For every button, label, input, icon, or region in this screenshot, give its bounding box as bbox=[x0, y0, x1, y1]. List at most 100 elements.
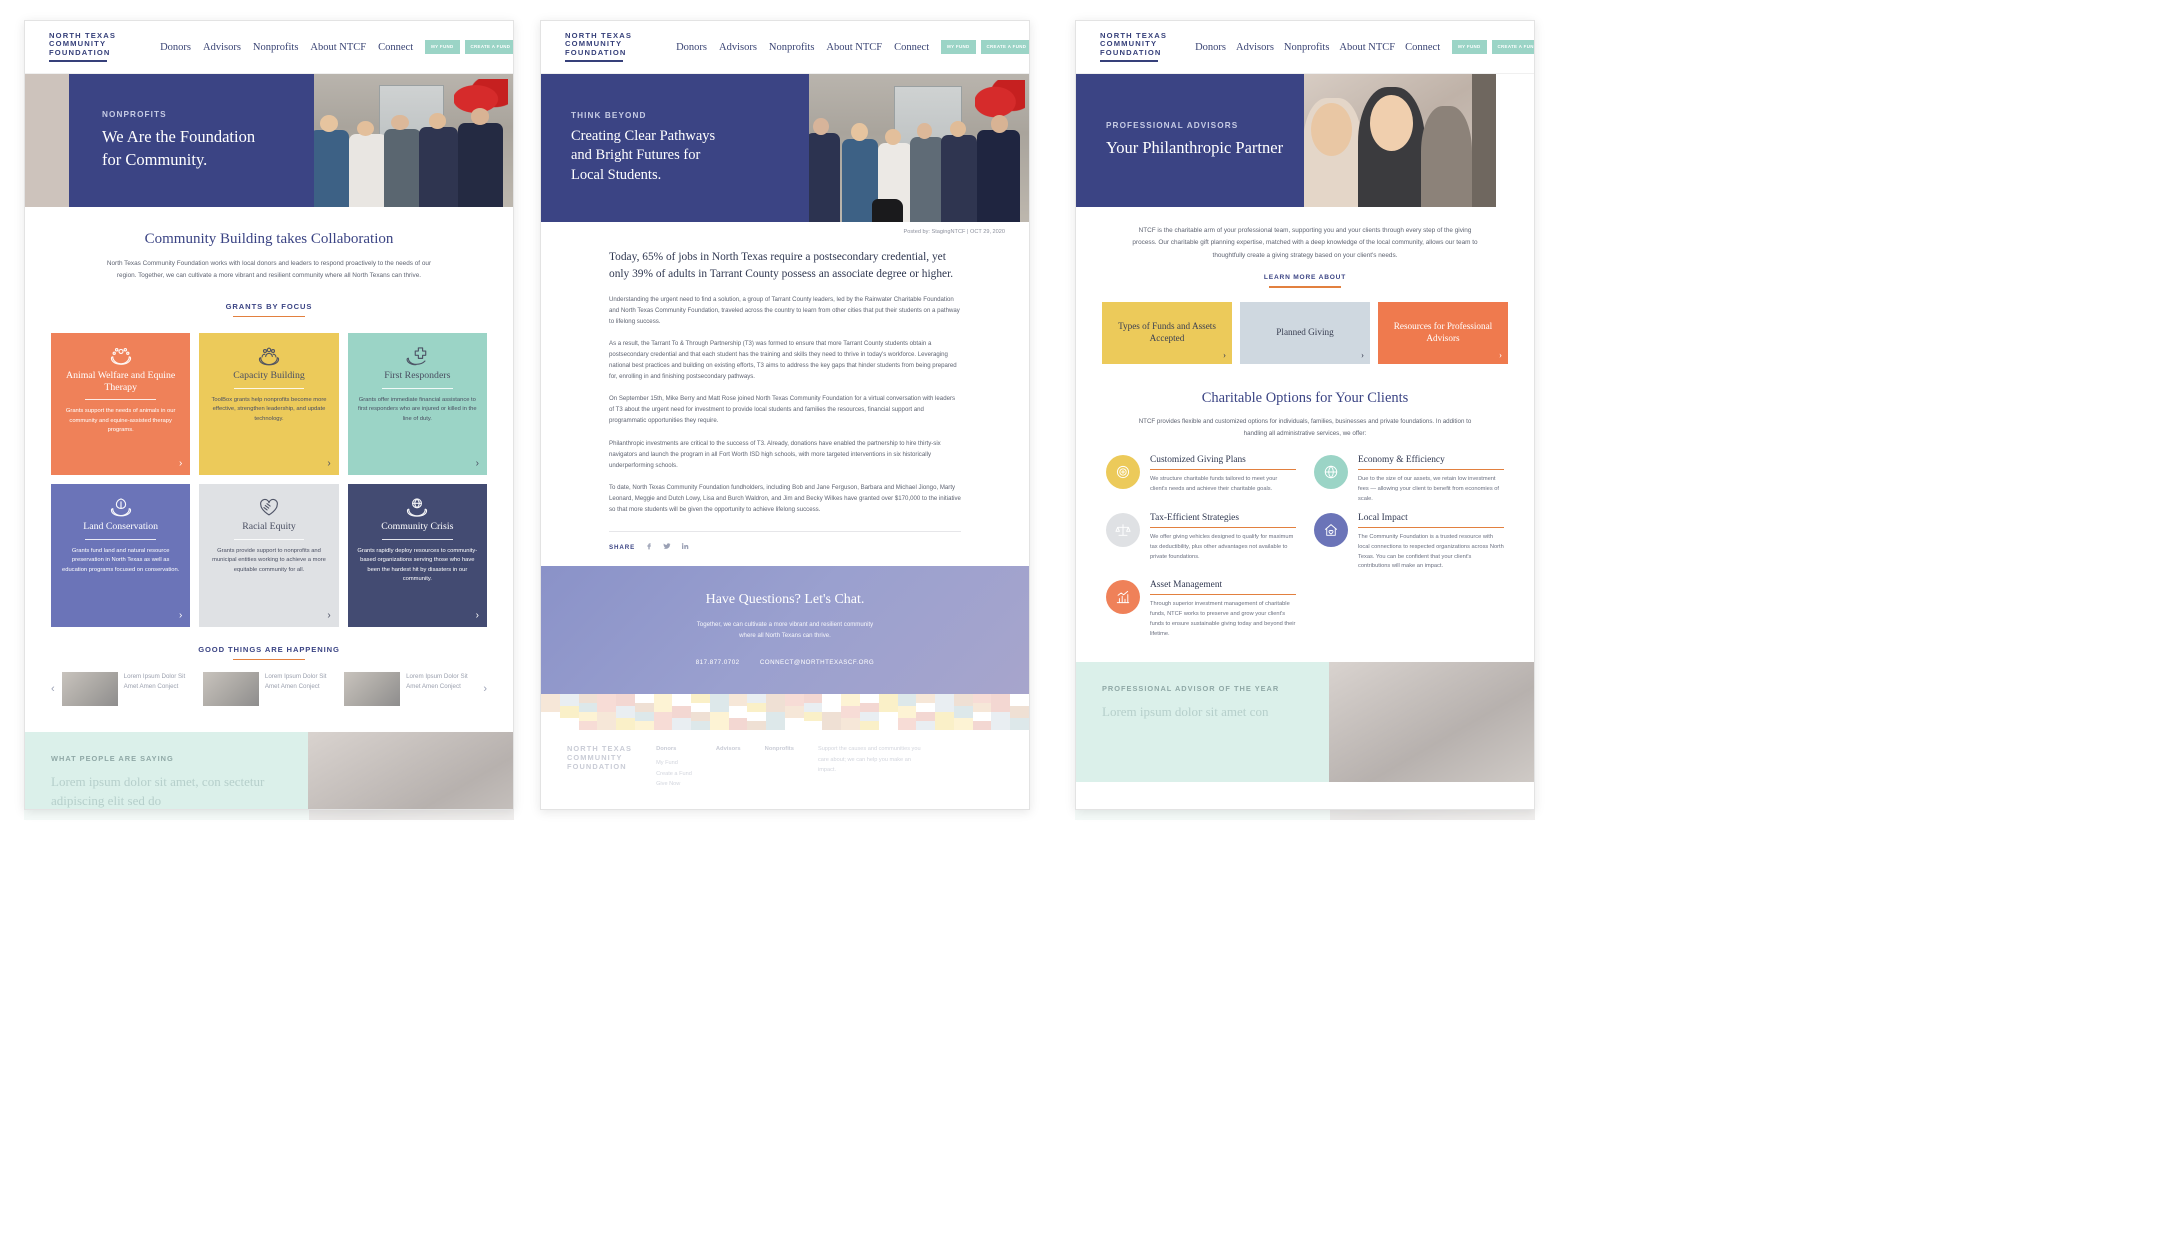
quilt-cell bbox=[691, 712, 710, 721]
quilt-cell bbox=[897, 694, 917, 706]
chat-subtitle: Together, we can cultivate a more vibran… bbox=[696, 621, 874, 640]
testimonial-strip: WHAT PEOPLE ARE SAYING Lorem ipsum dolor… bbox=[25, 732, 513, 809]
advisor-tile[interactable]: Resources for Professional Advisors › bbox=[1378, 302, 1508, 365]
create-a-fund-button[interactable]: CREATE A FUND bbox=[1491, 39, 1534, 55]
grant-card-arrow-icon[interactable]: › bbox=[476, 459, 479, 469]
nav-link-connect[interactable]: Connect bbox=[1405, 42, 1440, 53]
quilt-cell bbox=[803, 694, 823, 703]
grant-card-title: Land Conservation bbox=[83, 521, 159, 533]
grant-card[interactable]: Land Conservation Grants fund land and na… bbox=[51, 484, 191, 627]
advisor-tile-arrow-icon[interactable]: › bbox=[1361, 351, 1364, 360]
nav-link-donors[interactable]: Donors bbox=[1195, 42, 1226, 53]
grant-card[interactable]: Racial Equity Grants provide support to n… bbox=[199, 484, 339, 627]
nav-link-advisors[interactable]: Advisors bbox=[203, 42, 241, 53]
advisor-tile[interactable]: Types of Funds and Assets Accepted › bbox=[1102, 302, 1232, 365]
grant-card[interactable]: Animal Welfare and Equine Therapy Grants … bbox=[51, 333, 191, 476]
nav-link-nonprofits[interactable]: Nonprofits bbox=[1284, 42, 1330, 53]
grant-card-arrow-icon[interactable]: › bbox=[327, 459, 330, 469]
create-a-fund-button[interactable]: CREATE A FUND bbox=[464, 39, 513, 55]
quilt-cell bbox=[897, 718, 917, 730]
divider bbox=[609, 531, 961, 532]
quilt-cell bbox=[634, 712, 654, 721]
quilt-cell bbox=[766, 712, 785, 730]
advisor-tile-arrow-icon[interactable]: › bbox=[1499, 351, 1502, 360]
email-link[interactable]: CONNECT@NORTHTEXASCF.ORG bbox=[760, 659, 874, 666]
article-paragraph: Understanding the urgent need to find a … bbox=[609, 295, 960, 325]
quilt-cell bbox=[616, 706, 635, 718]
nav-link-nonprofits[interactable]: Nonprofits bbox=[769, 42, 815, 53]
site-logo[interactable]: NORTH TEXAS COMMUNITY FOUNDATION bbox=[1100, 31, 1167, 63]
testimonial-photo bbox=[308, 732, 513, 809]
quilt-cell bbox=[841, 706, 861, 718]
hero-eyebrow: NONPROFITS bbox=[102, 110, 167, 120]
grant-card[interactable]: Community Crisis Grants rapidly deploy re… bbox=[347, 484, 487, 627]
twitter-icon[interactable] bbox=[663, 542, 671, 552]
option-title: Economy & Efficiency bbox=[1358, 454, 1445, 465]
quilt-cell bbox=[728, 694, 748, 706]
nav-link-donors[interactable]: Donors bbox=[676, 42, 707, 53]
article-paragraph: As a result, the Tarrant To & Through Pa… bbox=[609, 339, 957, 381]
nav-link-connect[interactable]: Connect bbox=[378, 42, 413, 53]
phone-link[interactable]: 817.877.0702 bbox=[696, 659, 740, 666]
nav-link-connect[interactable]: Connect bbox=[894, 42, 929, 53]
nav-link-advisors[interactable]: Advisors bbox=[719, 42, 757, 53]
advisor-tile-arrow-icon[interactable]: › bbox=[1223, 351, 1226, 360]
site-logo[interactable]: NORTH TEXAS COMMUNITY FOUNDATION bbox=[565, 31, 632, 63]
post-meta: Posted by: StagingNTCF | OCT 29, 2020 bbox=[903, 229, 1005, 235]
grant-card[interactable]: First Responders Grants offer immediate f… bbox=[347, 333, 487, 476]
advisor-tiles: Types of Funds and Assets Accepted › Plann… bbox=[1076, 288, 1534, 365]
nav-link-about-ntcf[interactable]: About NTCF bbox=[826, 42, 882, 53]
carousel-prev-button[interactable]: ‹ bbox=[51, 683, 55, 695]
quilt-cell bbox=[878, 712, 898, 730]
carousel-item[interactable]: Lorem Ipsum Dolor Sit Amet Amen Conject bbox=[61, 672, 194, 707]
option-title: Customized Giving Plans bbox=[1150, 454, 1246, 465]
grant-card[interactable]: Capacity Building ToolBox grants help non… bbox=[199, 333, 339, 476]
quilt-cell bbox=[878, 694, 898, 712]
facebook-icon[interactable] bbox=[645, 542, 653, 552]
grant-card-arrow-icon[interactable]: › bbox=[476, 610, 479, 621]
section-body: North Texas Community Foundation works w… bbox=[106, 260, 432, 279]
quilt-cell bbox=[803, 703, 823, 712]
quilt-cell bbox=[841, 718, 861, 730]
site-logo[interactable]: NORTH TEXAS COMMUNITY FOUNDATION bbox=[49, 31, 116, 63]
nav-link-about-ntcf[interactable]: About NTCF bbox=[310, 42, 366, 53]
grant-card-arrow-icon[interactable]: › bbox=[327, 610, 330, 621]
create-a-fund-button[interactable]: CREATE A FUND bbox=[980, 39, 1029, 55]
quilt-cell bbox=[728, 718, 748, 730]
carousel-item[interactable]: Lorem Ipsum Dolor Sit Amet Amen Conject bbox=[344, 672, 476, 707]
my-fund-button[interactable]: MY FUND bbox=[941, 39, 976, 55]
advisor-tile[interactable]: Planned Giving › bbox=[1240, 302, 1370, 365]
nav-link-advisors[interactable]: Advisors bbox=[1236, 42, 1274, 53]
carousel-caption: Lorem Ipsum Dolor Sit Amet Amen Conject bbox=[264, 673, 327, 690]
my-fund-button[interactable]: MY FUND bbox=[425, 39, 460, 55]
card-rule bbox=[85, 399, 156, 401]
quilt-cell bbox=[747, 712, 767, 721]
options-subtitle: NTCF provides flexible and customized op… bbox=[1138, 418, 1472, 437]
hero-eyebrow: THINK BEYOND bbox=[571, 110, 647, 120]
advisor-title: Lorem ipsum dolor sit amet con bbox=[1102, 703, 1269, 719]
hero-photo-advisors bbox=[1299, 74, 1496, 207]
hero-copy: THINK BEYOND Creating Clear Pathways and… bbox=[541, 74, 809, 222]
carousel-item[interactable]: Lorem Ipsum Dolor Sit Amet Amen Conject bbox=[202, 672, 335, 707]
nav-link-nonprofits[interactable]: Nonprofits bbox=[253, 42, 299, 53]
grant-card-arrow-icon[interactable]: › bbox=[179, 459, 182, 469]
my-fund-button[interactable]: MY FUND bbox=[1452, 39, 1487, 55]
carousel-thumbnail bbox=[61, 672, 118, 707]
quilt-cell bbox=[860, 694, 879, 703]
quilt-cell bbox=[653, 694, 673, 712]
quilt-cell bbox=[653, 712, 673, 730]
nav-link-about-ntcf[interactable]: About NTCF bbox=[1339, 42, 1395, 53]
quilt-cell bbox=[953, 694, 973, 706]
charitable-option: Customized Giving Plans We structure char… bbox=[1106, 454, 1296, 505]
grant-card-text: Grants offer immediate financial assista… bbox=[358, 396, 477, 422]
quilt-cell bbox=[803, 712, 823, 721]
quilt-cell bbox=[709, 712, 729, 730]
grant-card-arrow-icon[interactable]: › bbox=[179, 610, 182, 621]
quilt-cell bbox=[634, 694, 654, 703]
quilt-cell bbox=[541, 712, 560, 730]
carousel-next-button[interactable]: › bbox=[483, 683, 487, 695]
logo-rule bbox=[565, 60, 623, 63]
linkedin-icon[interactable] bbox=[681, 542, 689, 552]
quilt-cell bbox=[747, 721, 767, 730]
nav-link-donors[interactable]: Donors bbox=[160, 42, 191, 53]
